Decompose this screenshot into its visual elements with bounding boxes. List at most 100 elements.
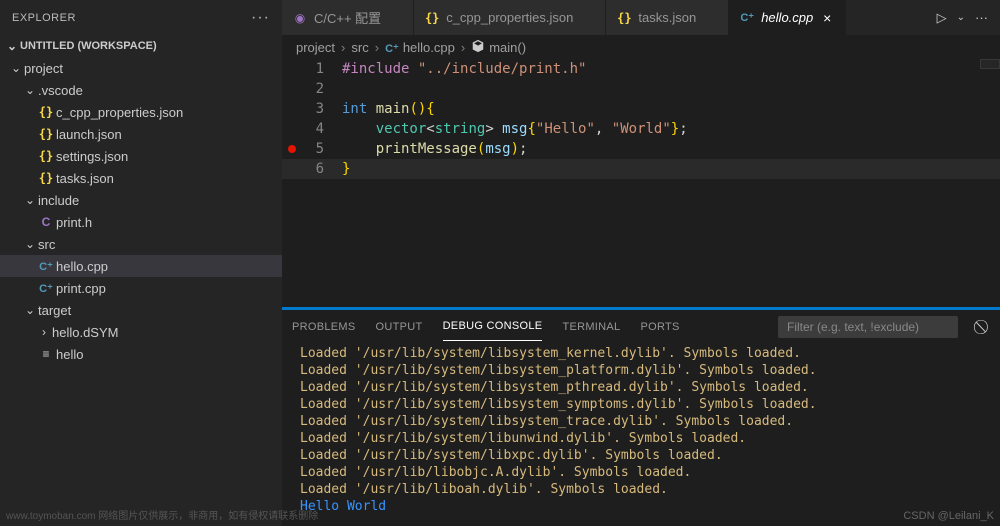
- tree-item-label: hello: [56, 347, 83, 362]
- tree-file[interactable]: {}launch.json: [0, 123, 282, 145]
- tree-item-label: project: [24, 61, 63, 76]
- breadcrumb-part[interactable]: main(): [489, 40, 526, 55]
- code-line[interactable]: 1#include "../include/print.h": [282, 59, 1000, 79]
- editor-tab[interactable]: {}tasks.json×: [606, 0, 729, 35]
- json-icon: {}: [39, 149, 53, 163]
- chevron-down-icon: ⌄: [8, 61, 24, 75]
- tab-label: hello.cpp: [761, 10, 813, 25]
- run-controls: ▷ ⌄ ···: [937, 10, 1000, 26]
- console-line: Loaded '/usr/lib/system/libsystem_sympto…: [300, 396, 982, 413]
- tree-file[interactable]: ≡ hello: [0, 343, 282, 365]
- code-line[interactable]: 5 printMessage(msg);: [282, 139, 1000, 159]
- tree-item-label: tasks.json: [56, 171, 114, 186]
- breadcrumb[interactable]: project›src›C⁺hello.cpp›main(): [282, 35, 1000, 59]
- tree-folder[interactable]: ⌄include: [0, 189, 282, 211]
- tree-file[interactable]: {}tasks.json: [0, 167, 282, 189]
- tree-item-label: include: [38, 193, 79, 208]
- tree-file[interactable]: C⁺print.cpp: [0, 277, 282, 299]
- tab-label: tasks.json: [638, 10, 696, 25]
- close-icon[interactable]: ×: [819, 10, 835, 26]
- panel-tab[interactable]: DEBUG CONSOLE: [443, 312, 543, 341]
- explorer-sidebar: EXPLORER ··· ⌄ UNTITLED (WORKSPACE) ⌄pro…: [0, 0, 282, 526]
- cpp-icon: C⁺: [39, 260, 53, 273]
- panel-tab[interactable]: PORTS: [640, 313, 679, 341]
- tree-file[interactable]: C⁺hello.cpp: [0, 255, 282, 277]
- code-line[interactable]: 2: [282, 79, 1000, 99]
- json-icon: {}: [617, 11, 631, 25]
- console-output[interactable]: Loaded '/usr/lib/system/libsystem_kernel…: [282, 343, 1000, 526]
- console-line: Loaded '/usr/lib/liboah.dylib'. Symbols …: [300, 481, 982, 498]
- cpp-icon: C⁺: [740, 11, 754, 24]
- breadcrumb-part[interactable]: hello.cpp: [403, 40, 455, 55]
- tree-file[interactable]: Cprint.h: [0, 211, 282, 233]
- tree-item-label: .vscode: [38, 83, 83, 98]
- chevron-down-icon: ⌄: [22, 193, 38, 207]
- code-content: [342, 79, 1000, 99]
- breakpoint-gutter[interactable]: [282, 139, 302, 159]
- workspace-header[interactable]: ⌄ UNTITLED (WORKSPACE): [0, 35, 282, 57]
- chevron-right-icon: ›: [459, 40, 467, 55]
- cpp-icon: C⁺: [385, 43, 399, 55]
- tree-item-label: settings.json: [56, 149, 128, 164]
- panel-tabs: PROBLEMS OUTPUT DEBUG CONSOLE TERMINAL PORTS…: [282, 310, 1000, 343]
- json-icon: {}: [39, 127, 53, 141]
- run-icon[interactable]: ▷: [937, 10, 947, 26]
- tree-file[interactable]: {}c_cpp_properties.json: [0, 101, 282, 123]
- json-icon: {}: [39, 171, 53, 185]
- code-line[interactable]: 4 vector<string> msg{"Hello", "World"};: [282, 119, 1000, 139]
- run-dropdown-icon[interactable]: ⌄: [957, 12, 965, 23]
- code-content: vector<string> msg{"Hello", "World"};: [342, 119, 1000, 139]
- chevron-right-icon: ›: [339, 40, 347, 55]
- tree-item-label: launch.json: [56, 127, 122, 142]
- minimap[interactable]: [980, 59, 1000, 69]
- tree-item-label: hello.dSYM: [52, 325, 118, 340]
- console-line: Loaded '/usr/lib/system/libsystem_pthrea…: [300, 379, 982, 396]
- tree-item-label: target: [38, 303, 71, 318]
- breadcrumb-part[interactable]: src: [351, 40, 368, 55]
- editor-tab[interactable]: ◉C/C++ 配置×: [282, 0, 414, 35]
- bottom-panel: PROBLEMS OUTPUT DEBUG CONSOLE TERMINAL PORTS…: [282, 310, 1000, 526]
- cpp-icon: C⁺: [39, 282, 53, 295]
- breakpoint-gutter[interactable]: [282, 119, 302, 139]
- watermark-left: www.toymoban.com 网络图片仅供展示，非商用，如有侵权请联系删除: [6, 507, 318, 522]
- console-filter-input[interactable]: [778, 316, 958, 338]
- tree-folder[interactable]: ›hello.dSYM: [0, 321, 282, 343]
- code-editor[interactable]: 1#include "../include/print.h"23int main…: [282, 59, 1000, 307]
- chevron-down-icon: ⌄: [4, 39, 20, 53]
- explorer-more-icon[interactable]: ···: [251, 9, 270, 27]
- chevron-down-icon: ⌄: [22, 83, 38, 97]
- editor-tabs: ◉C/C++ 配置×{}c_cpp_properties.json× {} task…: [282, 0, 1000, 35]
- editor-tab[interactable]: {}c_cpp_properties.json×: [414, 0, 606, 35]
- line-number: 6: [302, 159, 342, 179]
- more-actions-icon[interactable]: ···: [975, 10, 988, 25]
- breadcrumb-part[interactable]: project: [296, 40, 335, 55]
- console-line: Loaded '/usr/lib/system/libunwind.dylib'…: [300, 430, 982, 447]
- tree-item-label: print.h: [56, 215, 92, 230]
- panel-tab[interactable]: TERMINAL: [562, 313, 620, 341]
- watermark: CSDN @Leilani_K: [903, 510, 994, 522]
- c-icon: C: [42, 215, 51, 229]
- panel-tab[interactable]: OUTPUT: [376, 313, 423, 341]
- console-line: Hello World: [300, 498, 982, 515]
- tree-file[interactable]: {}settings.json: [0, 145, 282, 167]
- clear-console-icon[interactable]: ⃠: [978, 318, 990, 335]
- tree-folder[interactable]: ⌄src: [0, 233, 282, 255]
- code-line[interactable]: 3int main(){: [282, 99, 1000, 119]
- line-number: 1: [302, 59, 342, 79]
- tree-folder[interactable]: ⌄.vscode: [0, 79, 282, 101]
- breakpoint-gutter[interactable]: [282, 59, 302, 79]
- line-number: 4: [302, 119, 342, 139]
- editor-tab[interactable]: C⁺ hello.cpp ×: [729, 0, 846, 35]
- main-area: ◉C/C++ 配置×{}c_cpp_properties.json× {} task…: [282, 0, 1000, 526]
- binary-icon: ≡: [42, 347, 49, 361]
- tree-folder[interactable]: ⌄project: [0, 57, 282, 79]
- breakpoint-gutter[interactable]: [282, 99, 302, 119]
- code-content: #include "../include/print.h": [342, 59, 1000, 79]
- code-line[interactable]: 6}: [282, 159, 1000, 179]
- breakpoint-gutter[interactable]: [282, 79, 302, 99]
- breakpoint-gutter[interactable]: [282, 159, 302, 179]
- panel-tab[interactable]: PROBLEMS: [292, 313, 356, 341]
- console-line: Loaded '/usr/lib/system/libsystem_platfo…: [300, 362, 982, 379]
- code-content: int main(){: [342, 99, 1000, 119]
- tree-folder[interactable]: ⌄target: [0, 299, 282, 321]
